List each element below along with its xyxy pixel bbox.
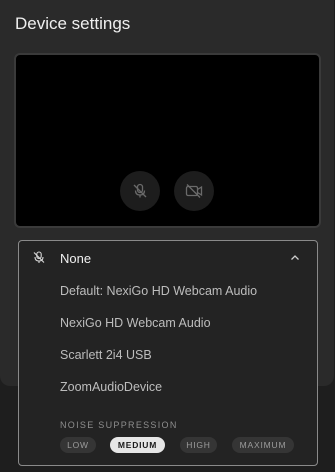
dropdown-option[interactable]: ZoomAudioDevice	[60, 380, 162, 394]
dropdown-selected-value: None	[60, 251, 92, 266]
dropdown-option[interactable]: Default: NexiGo HD Webcam Audio	[60, 284, 257, 298]
noise-level-high-button[interactable]: HIGH	[180, 437, 217, 453]
noise-suppression-heading: NOISE SUPPRESSION	[60, 420, 178, 430]
dropdown-selected-row[interactable]: None	[19, 241, 317, 275]
dropdown-option[interactable]: Scarlett 2i4 USB	[60, 348, 152, 362]
chevron-up-icon[interactable]	[290, 254, 300, 261]
toggle-camera-button[interactable]	[174, 171, 214, 211]
microphone-off-icon	[133, 183, 147, 198]
camera-off-icon	[185, 184, 203, 198]
noise-level-maximum-button[interactable]: MAXIMUM	[232, 437, 294, 453]
dialog-title: Device settings	[15, 14, 131, 33]
noise-level-low-button[interactable]: LOW	[60, 437, 96, 453]
mute-microphone-button[interactable]	[120, 171, 160, 211]
noise-level-medium-button[interactable]: MEDIUM	[110, 437, 165, 453]
dropdown-option[interactable]: NexiGo HD Webcam Audio	[60, 316, 211, 330]
microphone-off-icon	[33, 251, 45, 263]
microphone-dropdown[interactable]: None Default: NexiGo HD Webcam Audio Nex…	[18, 240, 318, 466]
video-preview	[14, 53, 321, 228]
